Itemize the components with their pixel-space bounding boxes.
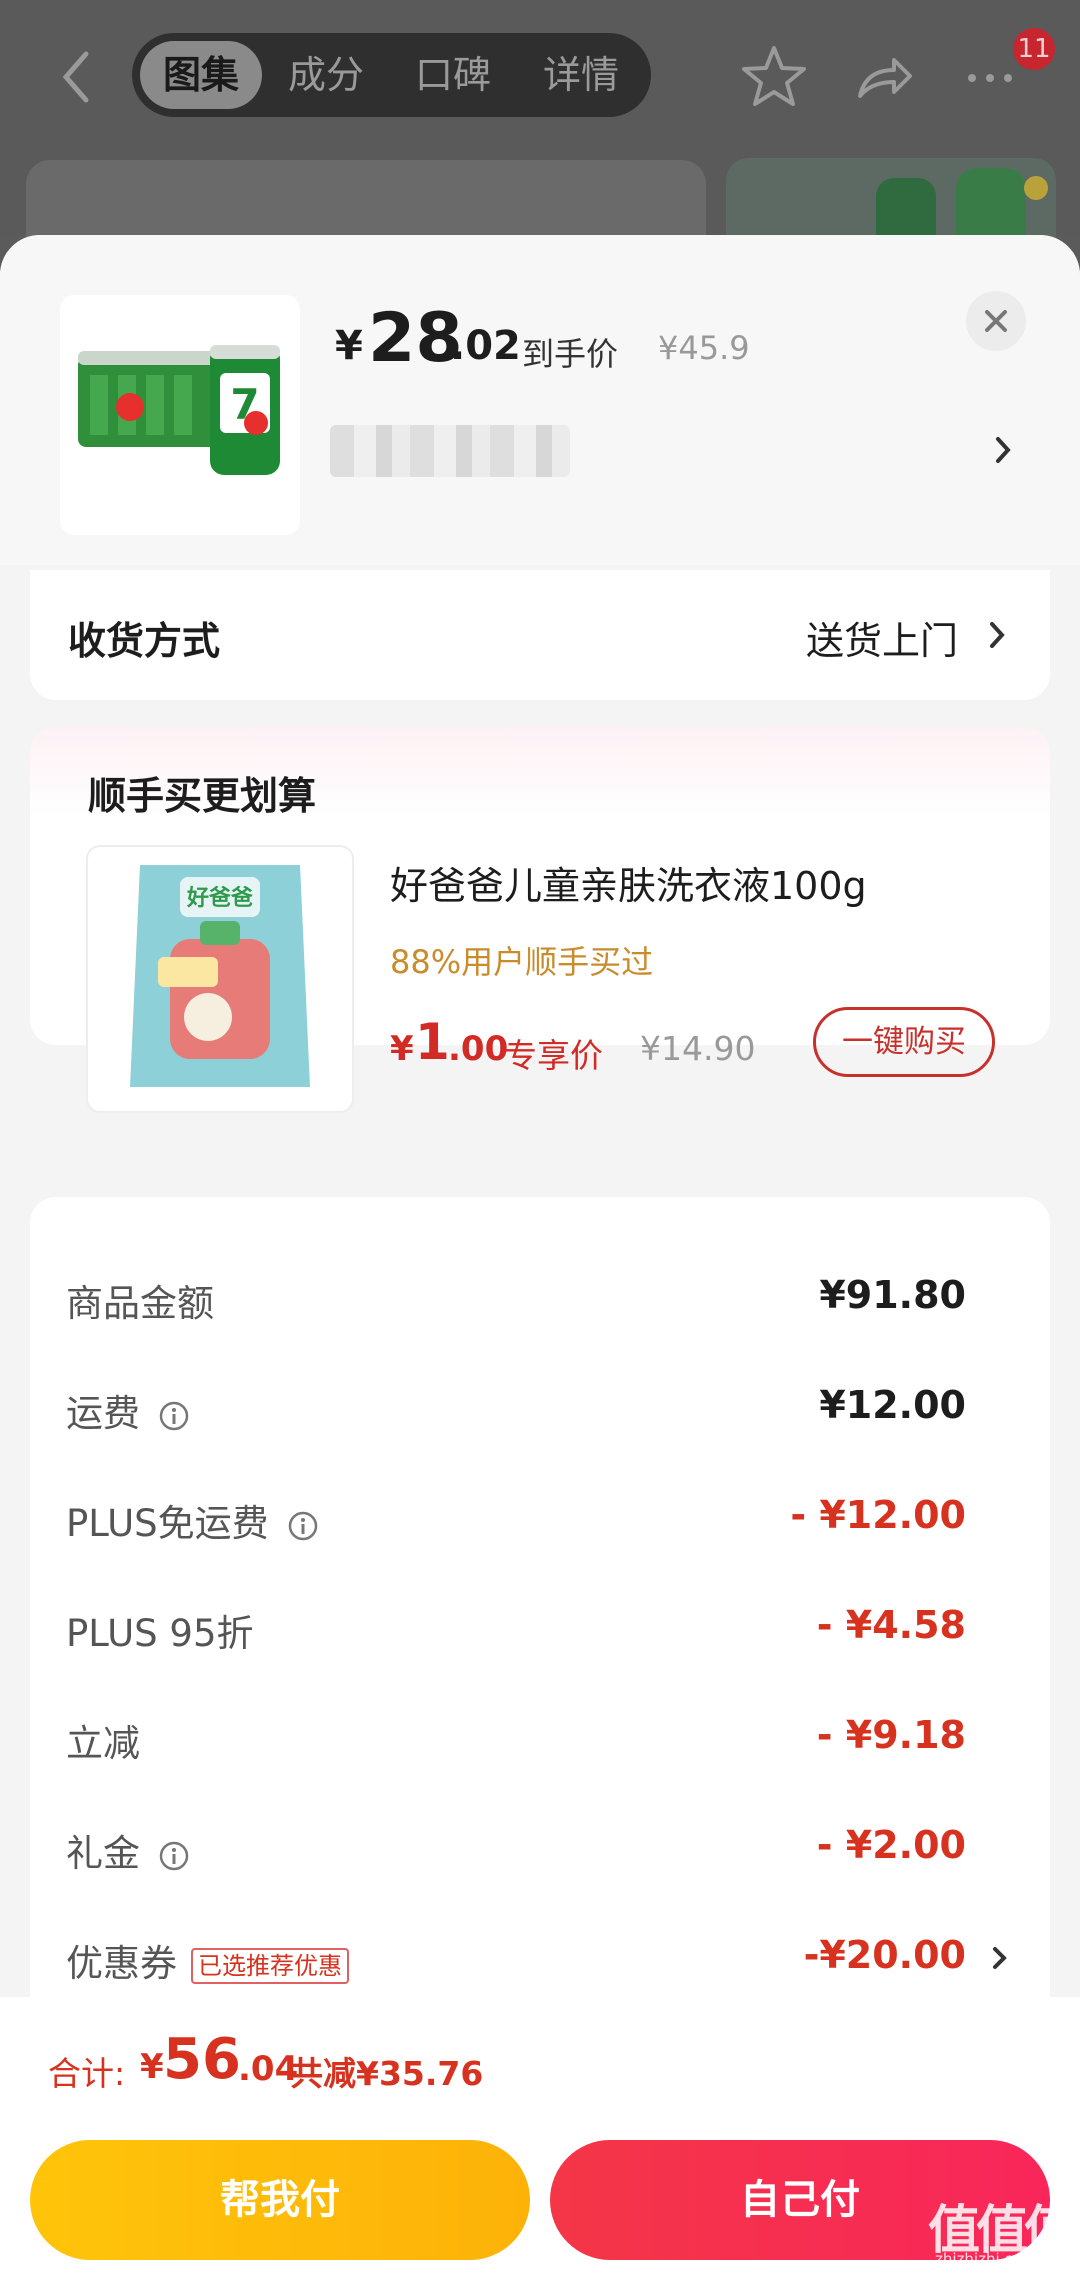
info-icon[interactable] <box>158 1840 190 1872</box>
price-label: 到手价 <box>522 335 619 373</box>
summary-value-plus-discount: - ¥4.58 <box>816 1603 966 1647</box>
shipping-label: 收货方式 <box>68 619 221 663</box>
help-me-pay-button[interactable]: 帮我付 <box>30 2140 530 2260</box>
summary-label-gift-money: 礼金 <box>66 1823 190 1877</box>
chevron-right-icon[interactable] <box>990 1941 1010 1975</box>
checkout-bar: 合计: ¥ 56 .04 共减¥35.76 帮我付 自己付 <box>0 1997 1080 2275</box>
close-icon[interactable] <box>966 291 1026 351</box>
summary-label-instant-reduction: 立减 <box>66 1722 140 1765</box>
top-bar: 图集 成分 口碑 详情 11 <box>0 0 1080 280</box>
share-icon[interactable] <box>848 40 920 112</box>
addon-product-image[interactable]: 好爸爸 <box>86 845 354 1113</box>
addon-price-currency: ¥ <box>390 1029 414 1069</box>
coupon-recommended-tag: 已选推荐优惠 <box>191 1947 349 1984</box>
total-label: 合计: <box>48 2054 126 2093</box>
summary-value-subtotal: ¥91.80 <box>819 1273 966 1317</box>
tab-gallery[interactable]: 图集 <box>140 41 262 109</box>
tab-bar: 图集 成分 口碑 详情 <box>132 33 651 117</box>
summary-value-gift-money: - ¥2.00 <box>816 1823 966 1867</box>
summary-value-coupon[interactable]: -¥20.00 <box>804 1933 966 1977</box>
total-savings: 共减¥35.76 <box>290 2054 484 2093</box>
addon-original-price: ¥14.90 <box>640 1029 756 1068</box>
addon-title: 顺手买更划算 <box>88 774 317 818</box>
price-decimal: .02 <box>450 323 521 369</box>
purchase-sheet: 7 ¥ 28 .02 到手价 ¥45.9 收货方式 送货上门 顺手买更划算 好爸… <box>0 235 1080 2275</box>
chevron-right-icon[interactable] <box>988 425 1018 475</box>
info-icon[interactable] <box>158 1400 190 1432</box>
product-header: 7 ¥ 28 .02 到手价 ¥45.9 <box>0 235 1080 565</box>
summary-label-plus-discount: PLUS 95折 <box>66 1612 254 1655</box>
summary-value-instant-reduction: - ¥9.18 <box>816 1713 966 1757</box>
shipping-method-row[interactable]: 收货方式 送货上门 <box>30 570 1050 700</box>
summary-value-shipping: ¥12.00 <box>819 1383 966 1427</box>
summary-value-plus-free-shipping: - ¥12.00 <box>790 1493 966 1537</box>
blurred-store-info <box>330 425 570 477</box>
chevron-right-icon <box>990 622 1005 648</box>
total-currency: ¥ <box>140 2047 164 2087</box>
addon-purchase-rate: 88%用户顺手买过 <box>390 943 654 981</box>
tab-details[interactable]: 详情 <box>522 41 640 109</box>
summary-label-subtotal: 商品金额 <box>66 1282 214 1325</box>
watermark-site: zhizhizhi.com <box>935 2250 1037 2268</box>
summary-label-plus-free-shipping: PLUS免运费 <box>66 1493 319 1547</box>
back-icon[interactable] <box>52 42 102 112</box>
price-currency: ¥ <box>335 323 363 369</box>
tab-reviews[interactable]: 口碑 <box>394 41 512 109</box>
original-price: ¥45.9 <box>658 329 750 367</box>
addon-price-label: 专享价 <box>504 1036 603 1075</box>
notification-badge: 11 <box>1013 28 1055 70</box>
shipping-value: 送货上门 <box>805 619 958 663</box>
price-integer: 28 <box>368 299 463 378</box>
one-click-buy-button[interactable]: 一键购买 <box>813 1007 995 1077</box>
total-integer: 56 <box>163 2027 241 2092</box>
addon-price-decimal: .00 <box>448 1029 509 1069</box>
summary-label-shipping: 运费 <box>66 1383 190 1437</box>
svg-text:好爸爸: 好爸爸 <box>186 885 253 911</box>
star-icon[interactable] <box>738 40 810 112</box>
summary-label-coupon[interactable]: 优惠券 已选推荐优惠 <box>66 1933 349 1987</box>
addon-recommendation-card: 顺手买更划算 好爸爸 好爸爸儿童亲肤洗衣液100g 88%用户顺手买过 ¥ 1 … <box>30 727 1050 1113</box>
info-icon[interactable] <box>287 1510 319 1542</box>
product-thumbnail: 7 <box>60 295 300 535</box>
tab-ingredients[interactable]: 成分 <box>267 41 385 109</box>
addon-product-name[interactable]: 好爸爸儿童亲肤洗衣液100g <box>390 855 867 910</box>
addon-price-integer: 1 <box>415 1013 450 1071</box>
